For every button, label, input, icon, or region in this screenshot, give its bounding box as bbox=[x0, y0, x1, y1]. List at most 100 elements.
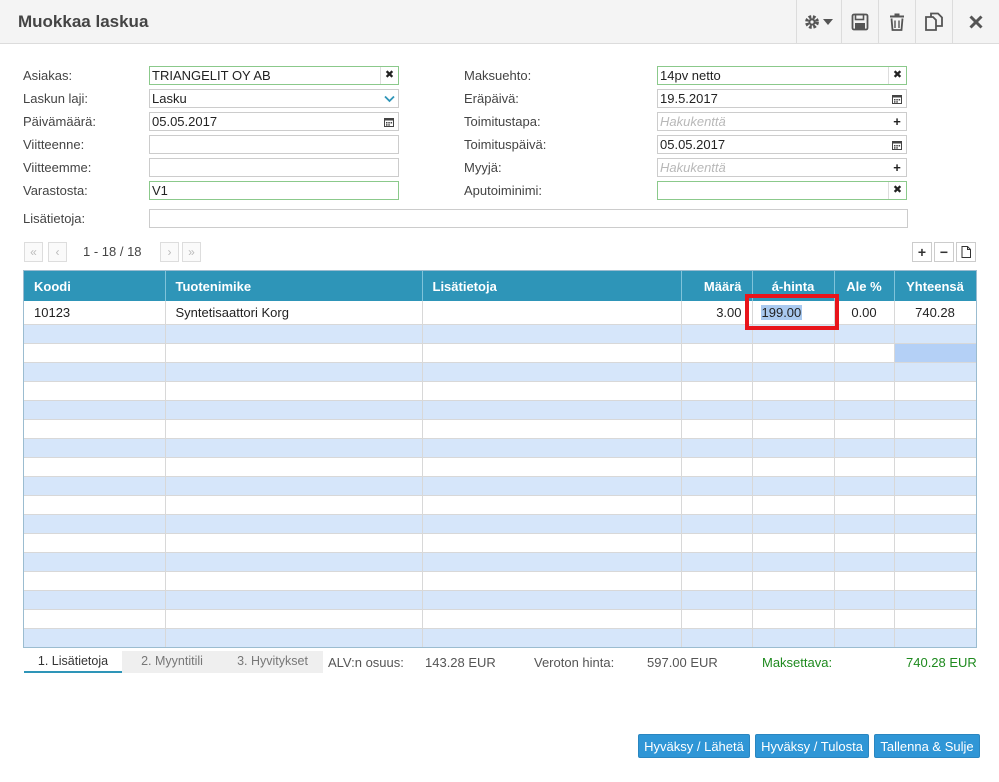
grid-cell[interactable] bbox=[752, 457, 835, 477]
grid-cell[interactable] bbox=[834, 438, 895, 458]
cell-qty[interactable]: 3.00 bbox=[681, 301, 753, 325]
cell-product[interactable]: Syntetisaattori Korg bbox=[165, 301, 423, 325]
grid-cell[interactable] bbox=[752, 476, 835, 496]
plus-icon[interactable]: + bbox=[888, 113, 906, 130]
table-row[interactable] bbox=[24, 362, 976, 382]
grid-cell[interactable] bbox=[681, 362, 753, 382]
grid-cell[interactable] bbox=[24, 400, 166, 420]
col-header-unit-price[interactable]: á-hinta bbox=[752, 271, 835, 301]
grid-cell[interactable] bbox=[752, 343, 835, 363]
table-row[interactable] bbox=[24, 324, 976, 344]
grid-cell[interactable] bbox=[681, 419, 753, 439]
save-close-button[interactable]: Tallenna & Sulje bbox=[874, 734, 980, 758]
invoice-type-select[interactable]: Lasku bbox=[149, 89, 399, 108]
grid-cell[interactable] bbox=[165, 381, 423, 401]
grid-cell[interactable] bbox=[24, 362, 166, 382]
table-row[interactable] bbox=[24, 628, 976, 647]
grid-cell[interactable] bbox=[681, 533, 753, 553]
grid-cell[interactable] bbox=[894, 438, 976, 458]
grid-cell[interactable] bbox=[894, 590, 976, 610]
grid-cell[interactable] bbox=[422, 609, 682, 629]
grid-cell[interactable] bbox=[681, 552, 753, 572]
grid-cell[interactable] bbox=[834, 552, 895, 572]
tab-hyvitykset[interactable]: 3. Hyvitykset bbox=[222, 651, 323, 673]
grid-cell[interactable] bbox=[24, 495, 166, 515]
grid-cell[interactable] bbox=[752, 438, 835, 458]
grid-cell[interactable] bbox=[165, 514, 423, 534]
grid-cell[interactable] bbox=[894, 362, 976, 382]
grid-cell[interactable] bbox=[894, 552, 976, 572]
delivery-date-field[interactable]: 05.05.2017 bbox=[657, 135, 907, 154]
grid-cell[interactable] bbox=[681, 400, 753, 420]
grid-cell[interactable] bbox=[422, 419, 682, 439]
grid-cell[interactable] bbox=[422, 552, 682, 572]
cell-total[interactable]: 740.28 bbox=[894, 301, 976, 325]
grid-cell[interactable] bbox=[24, 324, 166, 344]
grid-cell[interactable] bbox=[834, 476, 895, 496]
clear-payment-term-icon[interactable]: ✖ bbox=[888, 67, 906, 84]
grid-cell[interactable] bbox=[752, 495, 835, 515]
grid-cell[interactable] bbox=[165, 590, 423, 610]
grid-cell[interactable] bbox=[24, 552, 166, 572]
grid-cell[interactable] bbox=[894, 571, 976, 591]
gear-icon[interactable] bbox=[796, 0, 841, 44]
grid-cell[interactable] bbox=[681, 343, 753, 363]
table-row[interactable]: 10123 Syntetisaattori Korg 3.00 199.00 0… bbox=[24, 301, 976, 325]
table-row[interactable] bbox=[24, 476, 976, 496]
table-row[interactable] bbox=[24, 590, 976, 610]
grid-cell[interactable] bbox=[165, 628, 423, 647]
grid-cell[interactable] bbox=[894, 514, 976, 534]
our-ref-field[interactable] bbox=[149, 158, 399, 177]
grid-cell[interactable] bbox=[24, 476, 166, 496]
table-row[interactable] bbox=[24, 571, 976, 591]
grid-cell[interactable] bbox=[834, 457, 895, 477]
table-row[interactable] bbox=[24, 400, 976, 420]
grid-cell[interactable] bbox=[752, 552, 835, 572]
grid-cell[interactable] bbox=[752, 571, 835, 591]
warehouse-field[interactable]: V1 bbox=[149, 181, 399, 200]
grid-cell[interactable] bbox=[165, 362, 423, 382]
cell-info[interactable] bbox=[422, 301, 682, 325]
grid-cell[interactable] bbox=[894, 609, 976, 629]
table-row[interactable] bbox=[24, 343, 976, 363]
calendar-icon[interactable] bbox=[888, 90, 906, 107]
grid-cell[interactable] bbox=[24, 533, 166, 553]
grid-cell[interactable] bbox=[681, 457, 753, 477]
grid-cell[interactable] bbox=[752, 533, 835, 553]
customer-field[interactable]: TRIANGELIT OY AB ✖ bbox=[149, 66, 399, 85]
grid-cell[interactable] bbox=[422, 438, 682, 458]
table-row[interactable] bbox=[24, 495, 976, 515]
unit-price-input[interactable]: 199.00 bbox=[760, 304, 803, 320]
payment-term-field[interactable]: 14pv netto ✖ bbox=[657, 66, 907, 85]
table-row[interactable] bbox=[24, 438, 976, 458]
grid-cell[interactable] bbox=[681, 590, 753, 610]
calendar-icon[interactable] bbox=[380, 113, 398, 130]
table-row[interactable] bbox=[24, 533, 976, 553]
grid-cell[interactable] bbox=[834, 533, 895, 553]
clear-aux-name-icon[interactable]: ✖ bbox=[888, 182, 906, 199]
grid-cell[interactable] bbox=[834, 495, 895, 515]
due-date-field[interactable]: 19.5.2017 bbox=[657, 89, 907, 108]
col-header-product[interactable]: Tuotenimike bbox=[165, 271, 423, 301]
delivery-method-field[interactable]: Hakukenttä + bbox=[657, 112, 907, 131]
grid-cell[interactable] bbox=[165, 552, 423, 572]
table-row[interactable] bbox=[24, 552, 976, 572]
prev-page-icon[interactable]: ‹ bbox=[48, 242, 67, 262]
grid-cell[interactable] bbox=[894, 381, 976, 401]
extra-info-field[interactable] bbox=[149, 209, 908, 228]
grid-cell[interactable] bbox=[422, 381, 682, 401]
document-icon[interactable] bbox=[956, 242, 976, 262]
grid-cell[interactable] bbox=[894, 476, 976, 496]
table-row[interactable] bbox=[24, 609, 976, 629]
last-page-icon[interactable]: » bbox=[182, 242, 201, 262]
grid-cell[interactable] bbox=[165, 533, 423, 553]
grid-cell[interactable] bbox=[422, 495, 682, 515]
save-icon[interactable] bbox=[841, 0, 878, 44]
grid-cell[interactable] bbox=[752, 324, 835, 344]
grid-cell[interactable] bbox=[422, 628, 682, 647]
plus-icon[interactable]: + bbox=[888, 159, 906, 176]
grid-cell[interactable] bbox=[681, 609, 753, 629]
grid-cell[interactable] bbox=[681, 628, 753, 647]
table-row[interactable] bbox=[24, 457, 976, 477]
table-row[interactable] bbox=[24, 419, 976, 439]
